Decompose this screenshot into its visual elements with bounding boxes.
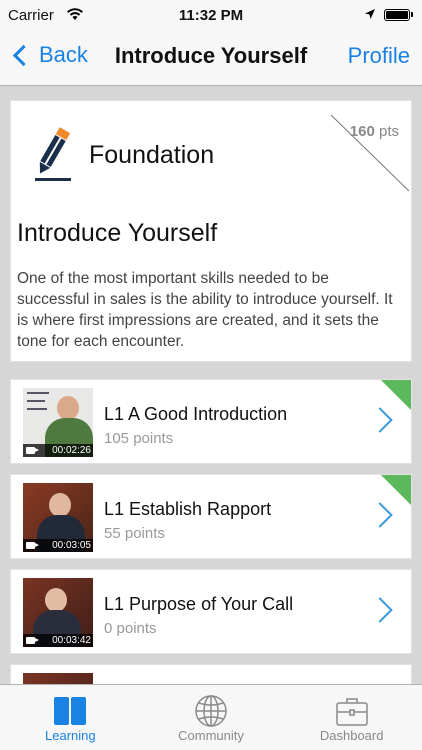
video-camera-icon bbox=[26, 637, 39, 644]
tab-bar: Learning Community Dashboard bbox=[0, 684, 422, 750]
points-corner-divider bbox=[330, 114, 410, 192]
globe-icon bbox=[194, 694, 228, 728]
chevron-right-icon bbox=[367, 407, 393, 433]
points-unit: pts bbox=[378, 123, 399, 140]
status-bar: Carrier 11:32 PM bbox=[0, 0, 422, 30]
lesson-title: L1 A Good Introduction bbox=[104, 404, 288, 424]
lesson-description: One of the most important skills needed … bbox=[17, 270, 393, 350]
section-name: Foundation bbox=[89, 141, 215, 169]
video-camera-icon bbox=[26, 542, 39, 549]
video-thumbnail: 00:03:05 bbox=[23, 483, 93, 552]
video-thumbnail: 00:02:26 bbox=[23, 388, 93, 457]
tab-learning[interactable]: Learning bbox=[0, 685, 141, 750]
briefcase-icon bbox=[335, 694, 369, 728]
lesson-title: Introduce Yourself bbox=[17, 219, 218, 247]
book-icon bbox=[53, 694, 87, 728]
points-badge: 160 pts bbox=[350, 123, 399, 140]
chevron-right-icon bbox=[367, 597, 393, 623]
lesson-row-establish-rapport[interactable]: 00:03:05 L1 Establish Rapport 55 points bbox=[10, 474, 412, 559]
profile-button[interactable]: Profile bbox=[348, 43, 410, 69]
lesson-row-partial[interactable] bbox=[10, 664, 412, 684]
chevron-left-icon bbox=[12, 44, 35, 66]
back-label: Back bbox=[39, 42, 88, 67]
lesson-title: L1 Purpose of Your Call bbox=[104, 594, 294, 614]
chevron-right-icon bbox=[367, 502, 393, 528]
tab-community[interactable]: Community bbox=[141, 685, 282, 750]
tab-label: Community bbox=[178, 728, 244, 743]
completed-flag-icon bbox=[381, 380, 411, 410]
video-thumbnail: 00:03:42 bbox=[23, 578, 93, 647]
lesson-row-good-introduction[interactable]: 00:02:26 L1 A Good Introduction 105 poin… bbox=[10, 379, 412, 464]
video-thumbnail bbox=[23, 673, 93, 684]
points-value: 160 bbox=[349, 123, 375, 140]
navigation-bar: Back Introduce Yourself Profile bbox=[0, 30, 422, 86]
lesson-row-purpose-of-call[interactable]: 00:03:42 L1 Purpose of Your Call 0 point… bbox=[10, 569, 412, 654]
lesson-header-card: Foundation 160 pts Introduce Yourself On… bbox=[10, 100, 412, 362]
pencil-icon bbox=[29, 123, 77, 183]
tab-label: Dashboard bbox=[319, 728, 384, 743]
video-camera-icon bbox=[26, 447, 39, 454]
battery-icon bbox=[384, 9, 413, 21]
location-arrow-icon bbox=[364, 7, 376, 24]
tab-dashboard[interactable]: Dashboard bbox=[281, 685, 422, 750]
lesson-points: 0 points bbox=[104, 620, 157, 637]
lesson-points: 55 points bbox=[104, 525, 165, 542]
completed-flag-icon bbox=[381, 475, 411, 505]
clock: 11:32 PM bbox=[178, 7, 244, 24]
back-button[interactable]: Back bbox=[10, 42, 88, 68]
scroll-content[interactable]: Foundation 160 pts Introduce Yourself On… bbox=[0, 87, 422, 684]
lesson-points: 105 points bbox=[104, 430, 174, 447]
lesson-title: L1 Establish Rapport bbox=[104, 499, 272, 519]
tab-label: Learning bbox=[45, 728, 96, 743]
